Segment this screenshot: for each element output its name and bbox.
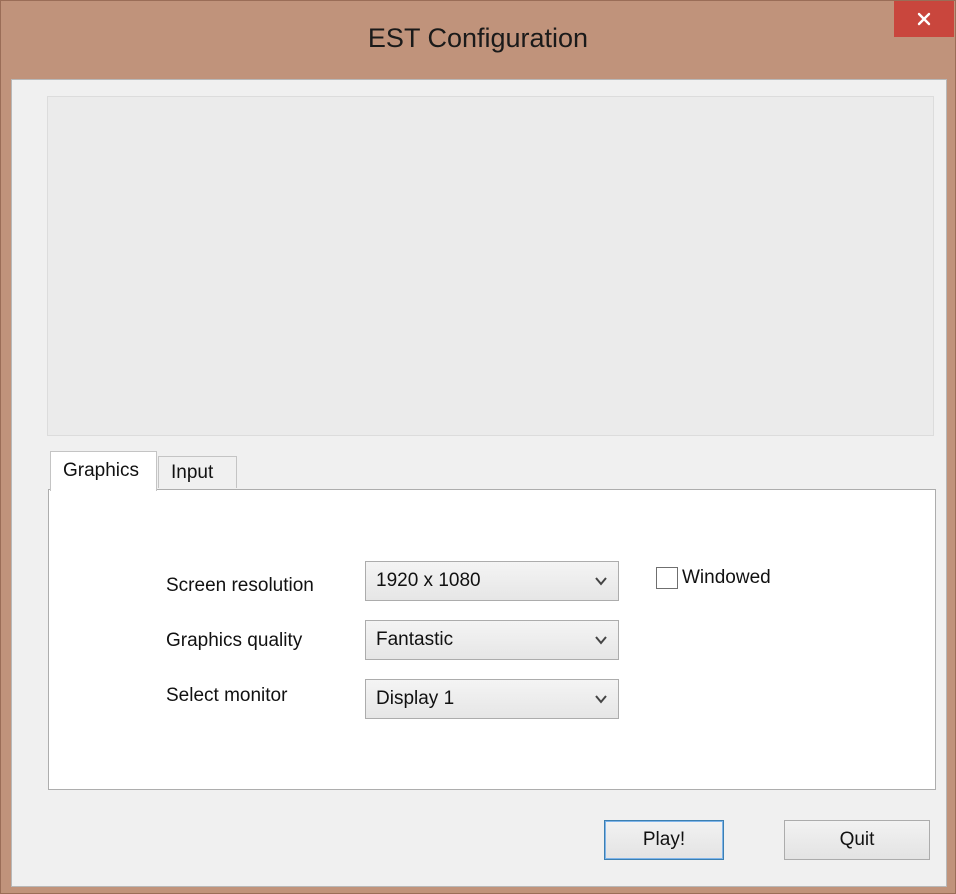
screen-resolution-select[interactable]: 1920 x 1080 [365,561,619,601]
screen-resolution-label: Screen resolution [166,575,314,596]
chevron-down-icon [595,577,607,586]
select-monitor-value: Display 1 [376,688,455,709]
quit-button[interactable]: Quit [784,820,930,860]
close-button[interactable] [894,1,954,37]
config-window: EST Configuration Input Graphics Screen … [0,0,956,894]
graphics-quality-label: Graphics quality [166,630,303,651]
select-monitor-label: Select monitor [166,685,288,706]
close-icon [917,12,931,26]
chevron-down-icon [595,636,607,645]
banner-image [47,96,934,436]
client-area: Input Graphics Screen resolution 1920 x … [11,79,947,887]
screen-resolution-value: 1920 x 1080 [376,570,481,591]
select-monitor-select[interactable]: Display 1 [365,679,619,719]
tab-graphics[interactable]: Graphics [50,451,157,491]
graphics-quality-select[interactable]: Fantastic [365,620,619,660]
windowed-label: Windowed [682,567,771,588]
chevron-down-icon [595,695,607,704]
title-bar[interactable]: EST Configuration [1,1,955,79]
graphics-tab-panel: Screen resolution 1920 x 1080 Windowed G… [48,489,936,790]
graphics-quality-value: Fantastic [376,629,454,650]
windowed-checkbox[interactable] [656,567,678,589]
tab-input[interactable]: Input [158,456,237,488]
play-button[interactable]: Play! [604,820,724,860]
window-title: EST Configuration [367,23,589,53]
